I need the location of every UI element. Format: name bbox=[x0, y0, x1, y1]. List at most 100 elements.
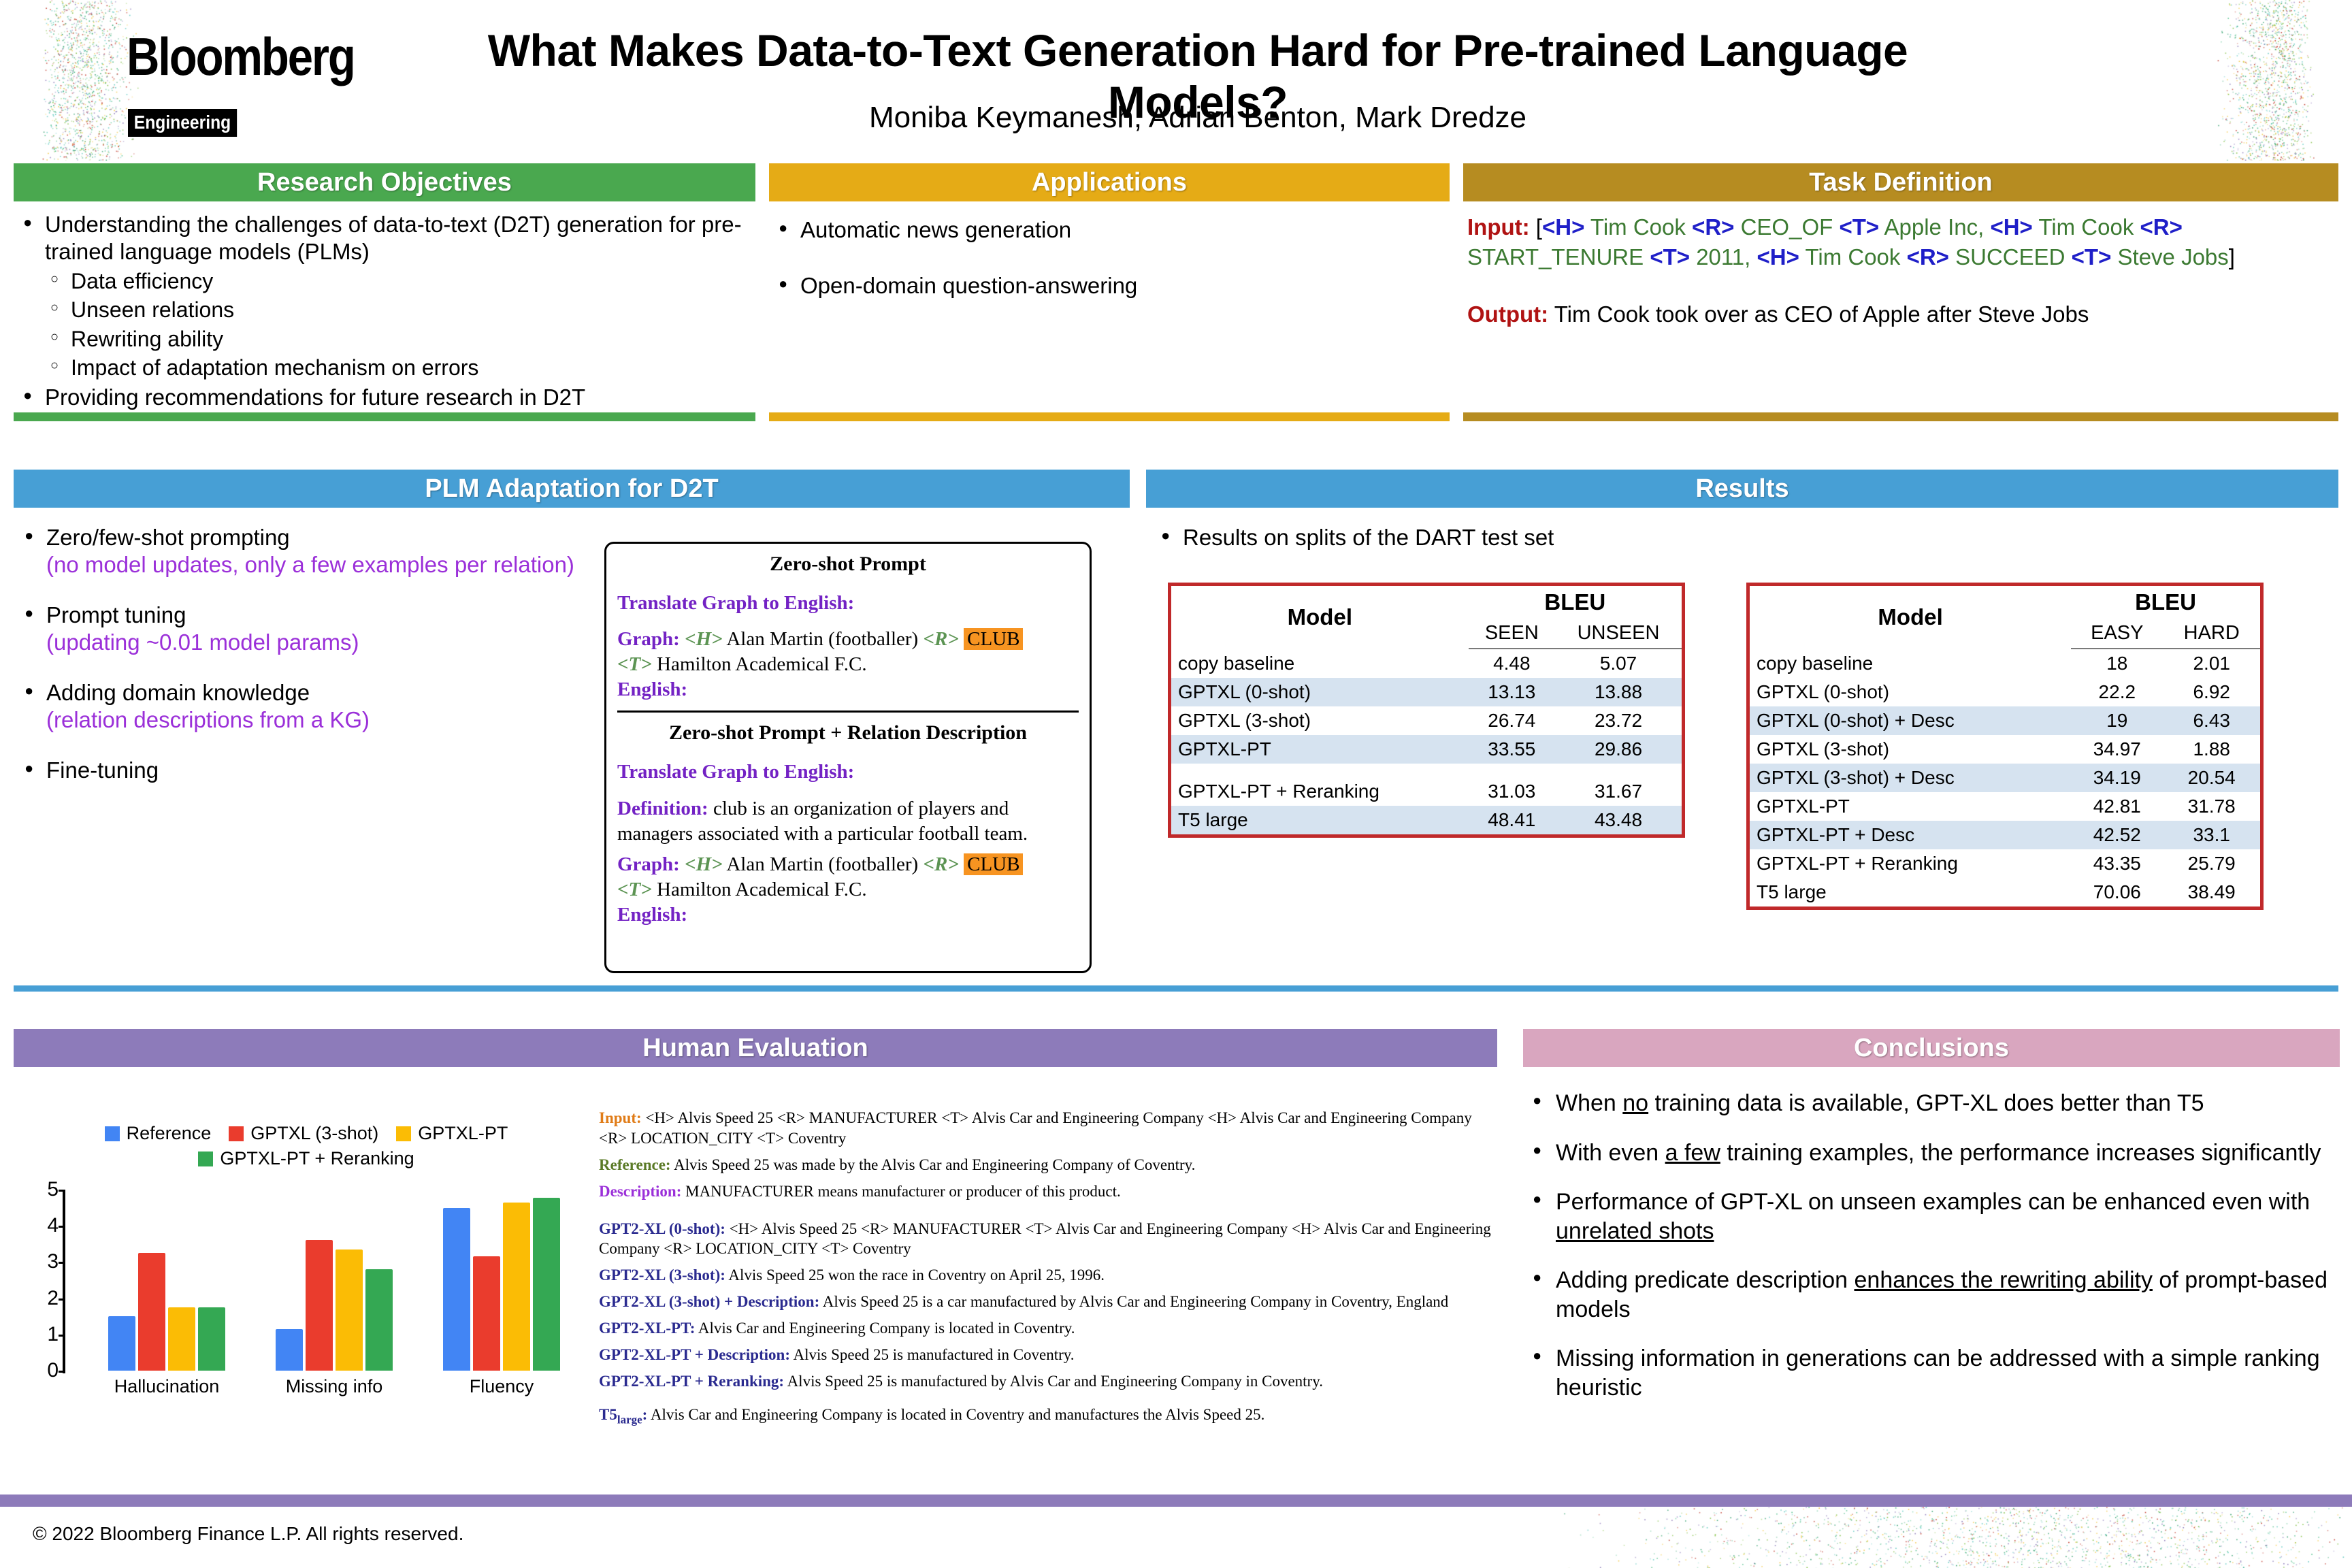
bloomberg-engineering-badge: Engineering bbox=[128, 109, 237, 137]
t-tag: <T> bbox=[617, 879, 652, 900]
description-label: Description: bbox=[599, 1183, 681, 1200]
definition-line: Definition: club is an organization of p… bbox=[606, 796, 1090, 847]
legend-label: GPTXL-PT + Reranking bbox=[220, 1148, 414, 1169]
list-item: Unseen relations bbox=[45, 297, 750, 323]
head-entity: Alan Martin (footballer) bbox=[726, 853, 918, 875]
cell-value: 70.06 bbox=[2071, 878, 2163, 906]
table-row: copy baseline 4.48 5.07 bbox=[1171, 649, 1682, 678]
input-token: Tim Cook bbox=[1799, 244, 1907, 270]
generation-text: Alvis Speed 25 won the race in Coventry … bbox=[725, 1267, 1105, 1284]
bullet-text: Understanding the challenges of data-to-… bbox=[45, 212, 742, 264]
item-note: (relation descriptions from a KG) bbox=[46, 707, 370, 732]
list-item: Automatic news generation bbox=[774, 216, 1444, 244]
t5-subscript: large bbox=[617, 1413, 642, 1426]
cell-model: T5 large bbox=[1750, 878, 2071, 906]
cell-value: 31.67 bbox=[1555, 777, 1682, 806]
generation-label: GPT2-XL-PT + Reranking: bbox=[599, 1373, 784, 1390]
legend-label: GPTXL (3-shot) bbox=[250, 1123, 378, 1144]
model-generation: GPT2-XL-PT + Reranking: Alvis Speed 25 i… bbox=[599, 1371, 1497, 1392]
input-token: Tim Cook bbox=[2033, 214, 2140, 240]
cell-value: 42.52 bbox=[2071, 821, 2163, 849]
legend-swatch bbox=[229, 1126, 244, 1141]
cell-value: 43.48 bbox=[1555, 806, 1682, 834]
chart-bar bbox=[443, 1208, 470, 1371]
cell-value: 34.97 bbox=[2071, 735, 2163, 764]
chart-bar bbox=[473, 1256, 500, 1371]
output-value: Tim Cook took over as CEO of Apple after… bbox=[1554, 301, 2089, 327]
column-header-bleu: BLEU bbox=[1469, 586, 1682, 619]
generation-text: Alvis Speed 25 is a car manufactured by … bbox=[819, 1293, 1448, 1310]
t5-text: Alvis Car and Engineering Company is loc… bbox=[651, 1406, 1265, 1423]
column-header-easy: EASY bbox=[2071, 619, 2163, 649]
results-table-easy-hard: Model BLEU EASY HARD copy baseline 18 2.01… bbox=[1746, 583, 2264, 910]
input-token: Steve Jobs bbox=[2111, 244, 2228, 270]
cell-value: 23.72 bbox=[1555, 706, 1682, 735]
y-axis bbox=[63, 1190, 65, 1373]
cell-value: 25.79 bbox=[2163, 849, 2260, 878]
cell-model: GPTXL (3-shot) bbox=[1171, 706, 1469, 735]
item-note: (no model updates, only a few examples p… bbox=[46, 552, 574, 577]
input-token: SUCCEED bbox=[1949, 244, 2072, 270]
cell-value: 38.49 bbox=[2163, 878, 2260, 906]
research-objectives-sublist: Data efficiency Unseen relations Rewriti… bbox=[45, 268, 750, 381]
y-axis-tick-mark bbox=[59, 1335, 65, 1337]
chart-bar bbox=[365, 1269, 393, 1371]
cell-value: 4.48 bbox=[1469, 649, 1555, 678]
list-item: Results on splits of the DART test set bbox=[1157, 524, 1769, 551]
list-item: Adding predicate description enhances th… bbox=[1529, 1266, 2338, 1324]
column-header-model: Model bbox=[1750, 586, 2071, 649]
list-item: Providing recommendations for future res… bbox=[19, 384, 750, 411]
bullet-emphasis: enhances the rewriting ability bbox=[1855, 1267, 2153, 1293]
output-label: Output: bbox=[1467, 301, 1548, 327]
prompt-card-title-with-description: Zero-shot Prompt + Relation Description bbox=[606, 713, 1090, 749]
item-main: Zero/few-shot prompting bbox=[46, 525, 290, 550]
cell-value: 20.54 bbox=[2163, 764, 2260, 792]
list-item: Understanding the challenges of data-to-… bbox=[19, 211, 750, 380]
chart-bar bbox=[336, 1250, 363, 1371]
human-evaluation-example: Input: <H> Alvis Speed 25 <R> MANUFACTUR… bbox=[599, 1108, 1497, 1433]
table-row: GPTXL-PT + Desc 42.52 33.1 bbox=[1750, 821, 2260, 849]
cell-value: 42.81 bbox=[2071, 792, 2163, 821]
generation-label: GPT2-XL (3-shot): bbox=[599, 1267, 725, 1284]
conclusions-list: When no training data is available, GPT-… bbox=[1529, 1089, 2338, 1422]
bullet-text: training data is available, GPT-XL does … bbox=[1648, 1090, 2204, 1116]
chart-plot-area: 0 1 2 3 4 5 Hallucination Missing info Fluency bbox=[27, 1180, 585, 1398]
input-label: Input: bbox=[599, 1109, 642, 1126]
input-token: <R> bbox=[1907, 244, 1949, 270]
input-token: <H> bbox=[1542, 214, 1584, 240]
footer-rule bbox=[0, 1494, 2352, 1507]
table-row: GPTXL (0-shot) 13.13 13.88 bbox=[1171, 678, 1682, 706]
input-token: <T> bbox=[2072, 244, 2112, 270]
y-axis-tick-mark bbox=[59, 1262, 65, 1264]
cell-value: 6.92 bbox=[2163, 678, 2260, 706]
panel-human-evaluation: Human Evaluation bbox=[14, 1029, 1497, 1067]
table-row: T5 large 70.06 38.49 bbox=[1750, 878, 2260, 906]
cell-value: 43.35 bbox=[2071, 849, 2163, 878]
cell-value: 34.19 bbox=[2071, 764, 2163, 792]
column-header-unseen: UNSEEN bbox=[1555, 619, 1682, 649]
input-token: [ bbox=[1536, 214, 1542, 240]
bullet-text: training examples, the performance incre… bbox=[1720, 1140, 2321, 1166]
table: Model BLEU EASY HARD copy baseline 18 2.01… bbox=[1750, 586, 2260, 906]
prompt-instruction: Translate Graph to English: bbox=[606, 591, 1090, 616]
cell-value: 31.03 bbox=[1469, 777, 1555, 806]
cell-model: copy baseline bbox=[1750, 649, 2071, 678]
applications-heading: Applications bbox=[769, 163, 1450, 201]
model-generation: GPT2-XL (3-shot): Alvis Speed 25 won the… bbox=[599, 1265, 1497, 1286]
input-token: <H> bbox=[1757, 244, 1799, 270]
copyright-text: © 2022 Bloomberg Finance L.P. All rights… bbox=[33, 1523, 463, 1545]
table-row: GPTXL-PT + Reranking 31.03 31.67 bbox=[1171, 777, 1682, 806]
cell-model: T5 large bbox=[1171, 806, 1469, 834]
item-note: (updating ~0.01 model params) bbox=[46, 630, 359, 655]
table-header-row: Model BLEU bbox=[1750, 586, 2260, 619]
prompt-graph-line-2: Graph: <H> Alan Martin (footballer) <R> … bbox=[606, 852, 1090, 902]
research-objectives-list: Understanding the challenges of data-to-… bbox=[19, 211, 750, 411]
model-generation: GPT2-XL (3-shot) + Description: Alvis Sp… bbox=[599, 1292, 1497, 1312]
cell-value: 26.74 bbox=[1469, 706, 1555, 735]
chart-bar bbox=[138, 1253, 165, 1371]
cell-model: GPTXL-PT bbox=[1171, 735, 1469, 764]
list-item: When no training data is available, GPT-… bbox=[1529, 1089, 2338, 1118]
bullet-text: Performance of GPT-XL on unseen examples… bbox=[1556, 1189, 2310, 1215]
cell-value: 1.88 bbox=[2163, 735, 2260, 764]
chart-bar bbox=[503, 1203, 530, 1371]
